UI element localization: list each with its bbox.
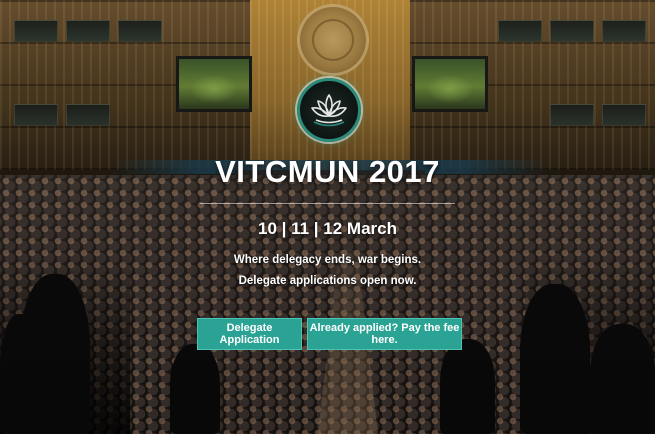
lotus-emblem-icon bbox=[297, 78, 361, 142]
applications-notice: Delegate applications open now. bbox=[238, 275, 417, 287]
delegate-application-button[interactable]: Delegate Application bbox=[197, 318, 302, 350]
title-divider bbox=[200, 203, 455, 204]
tagline: Where delegacy ends, war begins. bbox=[233, 254, 422, 266]
event-dates: 10 | 11 | 12 March bbox=[258, 219, 397, 238]
pay-fee-button[interactable]: Already applied? Pay the fee here. bbox=[307, 318, 462, 350]
page-title: VITCMUN 2017 bbox=[215, 154, 440, 189]
lotus-svg bbox=[311, 94, 347, 127]
hero-section: VITCMUN 2017 10 | 11 | 12 March Where de… bbox=[0, 0, 655, 434]
